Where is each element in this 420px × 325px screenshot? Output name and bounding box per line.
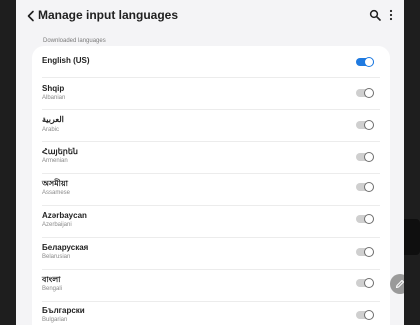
language-name: Български	[42, 306, 85, 315]
device-bezel-left	[0, 0, 16, 325]
more-options-button[interactable]	[382, 6, 400, 24]
language-row-assamese[interactable]: অসমীয়া Assamese	[32, 174, 390, 205]
language-toggle[interactable]	[356, 88, 374, 98]
language-toggle[interactable]	[356, 247, 374, 257]
app-header: Manage input languages	[16, 0, 404, 32]
back-arrow-icon	[27, 10, 34, 22]
more-vertical-icon	[389, 9, 393, 21]
language-toggle[interactable]	[356, 120, 374, 130]
language-row-azerbaijani[interactable]: Azərbaycan Azerbaijani	[32, 206, 390, 237]
language-subtitle: Azerbaijani	[42, 222, 72, 228]
language-row-albanian[interactable]: Shqip Albanian	[32, 78, 390, 109]
language-name: Беларуская	[42, 243, 89, 252]
language-name: Shqip	[42, 84, 65, 93]
language-subtitle: Bulgarian	[42, 317, 68, 323]
language-row-arabic[interactable]: العربية Arabic	[32, 110, 390, 141]
languages-list: English (US) Shqip Albanian العربية Arab…	[32, 46, 390, 325]
settings-screen: Manage input languages Downloaded langua…	[16, 0, 404, 325]
language-subtitle: Belarusian	[42, 254, 71, 260]
language-row-english[interactable]: English (US)	[32, 46, 390, 77]
language-toggle[interactable]	[356, 152, 374, 162]
language-toggle[interactable]	[356, 57, 374, 67]
language-subtitle: Arabic	[42, 127, 60, 133]
language-toggle[interactable]	[356, 310, 374, 320]
language-toggle[interactable]	[356, 214, 374, 224]
device-bezel-right	[404, 0, 420, 325]
language-toggle[interactable]	[356, 182, 374, 192]
language-row-bengali[interactable]: বাংলা Bengali	[32, 270, 390, 301]
search-icon	[369, 9, 381, 21]
language-name: العربية	[42, 115, 64, 124]
language-subtitle: Bengali	[42, 286, 63, 292]
language-name: English (US)	[42, 56, 90, 65]
section-label: Downloaded languages	[43, 38, 106, 44]
language-toggle[interactable]	[356, 278, 374, 288]
language-name: Հայերեն	[42, 147, 78, 156]
edit-button[interactable]	[390, 274, 404, 294]
language-row-armenian[interactable]: Հայերեն Armenian	[32, 142, 390, 173]
pencil-icon	[395, 279, 404, 289]
page-title: Manage input languages	[38, 8, 179, 22]
language-subtitle: Assamese	[42, 190, 71, 196]
language-subtitle: Albanian	[42, 95, 66, 101]
language-row-bulgarian[interactable]: Български Bulgarian	[32, 302, 390, 325]
language-subtitle: Armenian	[42, 158, 68, 164]
language-row-belarusian[interactable]: Беларуская Belarusian	[32, 238, 390, 269]
language-name: Azərbaycan	[42, 211, 87, 220]
